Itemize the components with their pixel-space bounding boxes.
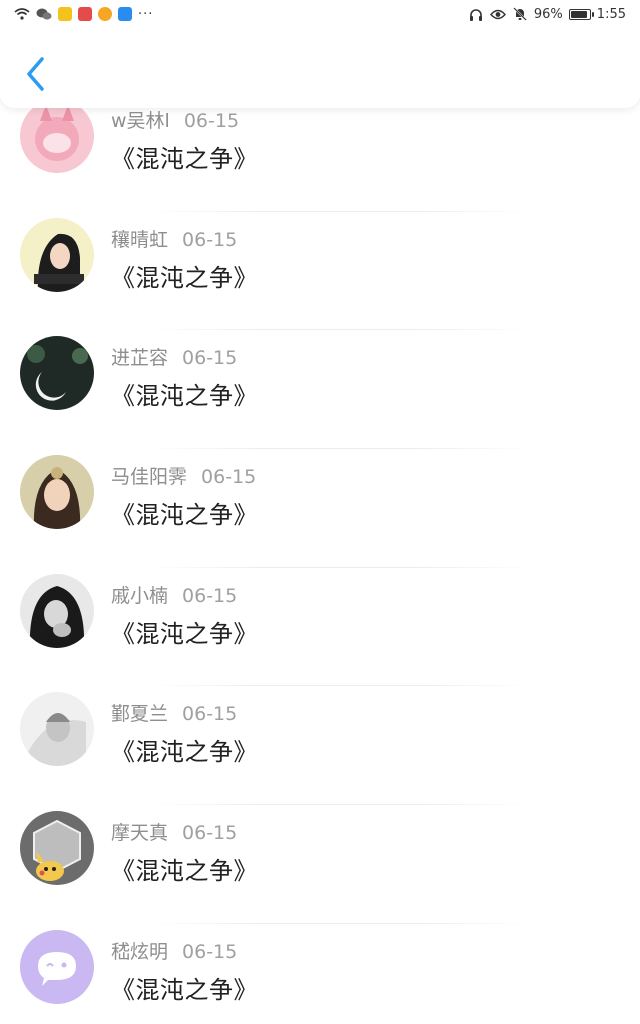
comment-date: 06-15	[182, 822, 238, 845]
app-icon-blue	[118, 7, 132, 21]
book-title[interactable]: 《混沌之争》	[111, 258, 258, 293]
comment-meta: 戚小楠 06-15	[111, 581, 237, 608]
book-title[interactable]: 《混沌之争》	[111, 495, 258, 530]
app-icon-red	[78, 7, 92, 21]
username[interactable]: 摩天真	[111, 822, 168, 844]
username[interactable]: 进芷容	[111, 347, 168, 369]
divider	[150, 685, 530, 687]
comment-meta: 进芷容 06-15	[111, 343, 237, 370]
comment-meta: w吴林l 06-15	[111, 106, 239, 133]
book-title[interactable]: 《混沌之争》	[111, 851, 258, 886]
avatar[interactable]	[20, 217, 94, 292]
list-item[interactable]: 马佳阳霁 06-15 《混沌之争》	[0, 453, 640, 572]
comment-date: 06-15	[182, 228, 238, 251]
avatar[interactable]	[20, 692, 94, 767]
comment-meta: 嵇炫明 06-15	[111, 937, 237, 964]
book-title[interactable]: 《混沌之争》	[111, 732, 258, 767]
headphones-icon	[468, 7, 484, 21]
avatar[interactable]	[20, 811, 94, 886]
book-title[interactable]: 《混沌之争》	[111, 139, 258, 174]
comment-meta: 穰晴虹 06-15	[111, 225, 237, 252]
book-title[interactable]: 《混沌之争》	[111, 376, 258, 411]
comment-date: 06-15	[182, 940, 238, 963]
battery-percent: 96%	[533, 6, 563, 22]
list-item[interactable]: 戚小楠 06-15 《混沌之争》	[0, 572, 640, 691]
list-item[interactable]: 进芷容 06-15 《混沌之争》	[0, 334, 640, 453]
comment-date: 06-15	[201, 466, 257, 489]
list-item[interactable]: 摩天真 06-15 《混沌之争》	[0, 809, 640, 928]
battery-icon	[568, 8, 594, 20]
comment-date: 06-15	[182, 703, 238, 726]
avatar[interactable]	[20, 99, 94, 173]
divider	[150, 922, 530, 924]
comment-meta: 摩天真 06-15	[111, 818, 237, 845]
list-item[interactable]: 鄞夏兰 06-15 《混沌之争》	[0, 690, 640, 809]
divider	[150, 210, 530, 212]
divider	[150, 329, 530, 331]
default-avatar-icon	[20, 929, 94, 1004]
comment-date: 06-15	[182, 584, 238, 607]
status-bar: ··· 96% 1:55	[0, 0, 640, 28]
username[interactable]: 戚小楠	[111, 585, 168, 607]
username[interactable]: 穰晴虹	[111, 229, 168, 251]
avatar[interactable]	[20, 455, 94, 530]
username[interactable]: 马佳阳霁	[111, 466, 187, 488]
comment-date: 06-15	[183, 110, 240, 132]
comment-date: 06-15	[182, 347, 238, 370]
list-item[interactable]: w吴林l 06-15 《混沌之争》	[0, 97, 640, 216]
username[interactable]: w吴林l	[111, 110, 170, 132]
chevron-left-icon	[27, 57, 44, 91]
eye-icon	[489, 7, 506, 21]
clock: 1:55	[596, 6, 626, 22]
list-item[interactable]: 穰晴虹 06-15 《混沌之争》	[0, 216, 640, 335]
wechat-icon	[36, 7, 52, 21]
divider	[150, 804, 530, 806]
weibo-icon	[98, 7, 112, 21]
mute-bell-icon	[512, 7, 528, 21]
book-title[interactable]: 《混沌之争》	[111, 614, 258, 649]
app-icon-yellow	[58, 7, 72, 21]
more-notifications-icon: ···	[138, 6, 154, 22]
wifi-icon	[14, 7, 30, 21]
username[interactable]: 嵇炫明	[111, 941, 168, 963]
avatar[interactable]	[20, 573, 94, 648]
username[interactable]: 鄞夏兰	[111, 703, 168, 725]
comment-meta: 马佳阳霁 06-15	[111, 462, 256, 489]
avatar[interactable]	[20, 336, 94, 411]
avatar[interactable]	[20, 929, 94, 1004]
book-title[interactable]: 《混沌之争》	[111, 970, 258, 1005]
divider	[150, 566, 530, 568]
comment-meta: 鄞夏兰 06-15	[111, 699, 237, 726]
comment-list: w吴林l 06-15 《混沌之争》 穰晴虹 06-15 《混沌之争》 进芷容 0…	[0, 97, 640, 1024]
status-left: ···	[14, 7, 153, 22]
status-right: 96% 1:55	[468, 7, 626, 22]
back-button[interactable]	[18, 54, 54, 94]
list-item[interactable]: 嵇炫明 06-15 《混沌之争》	[0, 928, 640, 1024]
divider	[150, 448, 530, 450]
